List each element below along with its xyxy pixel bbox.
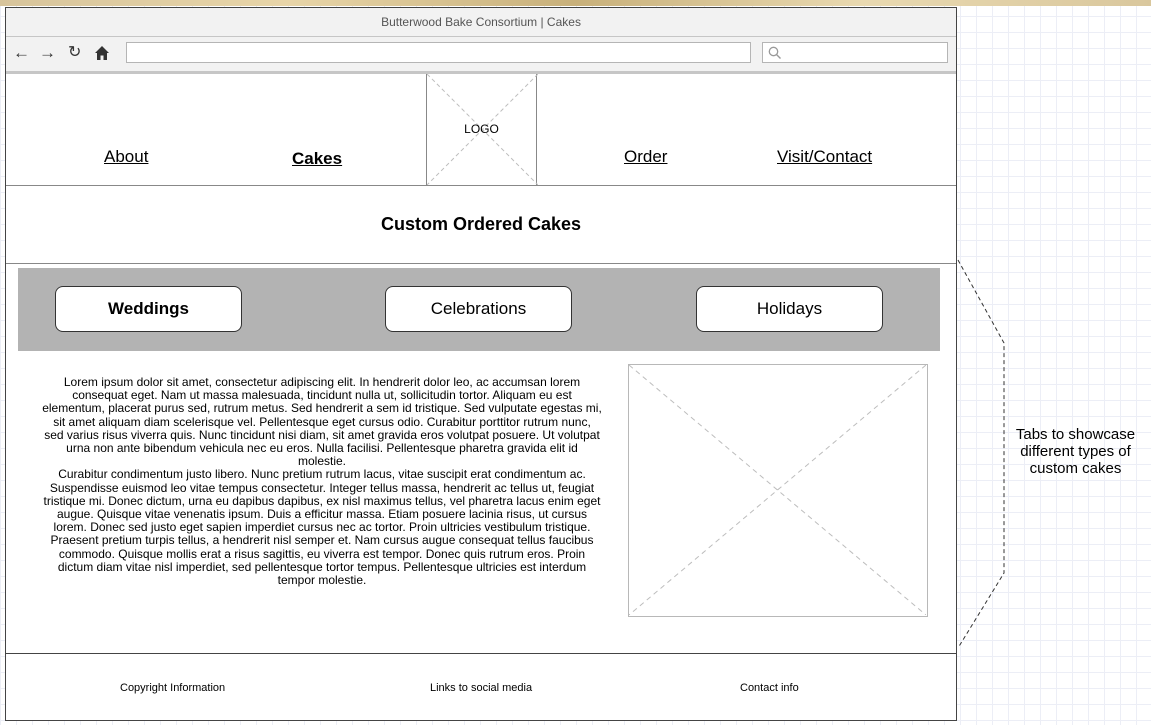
browser-toolbar: ← → ↻ bbox=[6, 37, 956, 74]
nav-link-order[interactable]: Order bbox=[624, 147, 667, 167]
reload-icon[interactable]: ↻ bbox=[68, 43, 81, 63]
tab-celebrations[interactable]: Celebrations bbox=[385, 286, 572, 332]
nav-link-about[interactable]: About bbox=[104, 147, 148, 167]
forward-arrow-icon[interactable]: → bbox=[39, 43, 56, 63]
cake-image-placeholder bbox=[628, 364, 928, 617]
logo-label: LOGO bbox=[464, 122, 499, 136]
annotation-note: Tabs to showcase different types of cust… bbox=[1015, 426, 1136, 477]
browser-search-box[interactable] bbox=[762, 42, 948, 63]
nav-link-cakes[interactable]: Cakes bbox=[292, 149, 342, 169]
nav-link-visit-contact[interactable]: Visit/Contact bbox=[777, 147, 872, 167]
home-icon[interactable] bbox=[94, 43, 110, 66]
window-title: Butterwood Bake Consortium | Cakes bbox=[6, 8, 956, 37]
page-title: Custom Ordered Cakes bbox=[380, 214, 582, 234]
search-icon bbox=[768, 46, 781, 59]
browser-window: Butterwood Bake Consortium | Cakes ← → ↻… bbox=[5, 7, 957, 721]
body-paragraph-2: Curabitur condimentum justo libero. Nunc… bbox=[43, 467, 601, 588]
footer-contact-info: Contact info bbox=[740, 682, 799, 694]
title-section: Custom Ordered Cakes bbox=[6, 186, 956, 264]
body-text: Lorem ipsum dolor sit amet, consectetur … bbox=[42, 375, 602, 588]
tabs-panel: Weddings Celebrations Holidays bbox=[18, 268, 940, 351]
footer-copyright: Copyright Information bbox=[120, 682, 226, 694]
footer-social-links[interactable]: Links to social media bbox=[430, 682, 532, 694]
body-paragraph-1: Lorem ipsum dolor sit amet, consectetur … bbox=[42, 375, 602, 469]
logo-placeholder: LOGO bbox=[426, 74, 538, 185]
site-footer: Copyright Information Links to social me… bbox=[6, 653, 956, 722]
tab-holidays[interactable]: Holidays bbox=[696, 286, 883, 332]
back-arrow-icon[interactable]: ← bbox=[13, 43, 30, 63]
url-input[interactable] bbox=[126, 42, 751, 63]
image-cross-lines bbox=[629, 365, 926, 615]
tab-weddings[interactable]: Weddings bbox=[55, 286, 242, 332]
canvas-top-strip bbox=[0, 0, 1151, 6]
site-header: About Cakes LOGO Order Visit/Contact bbox=[6, 74, 956, 186]
